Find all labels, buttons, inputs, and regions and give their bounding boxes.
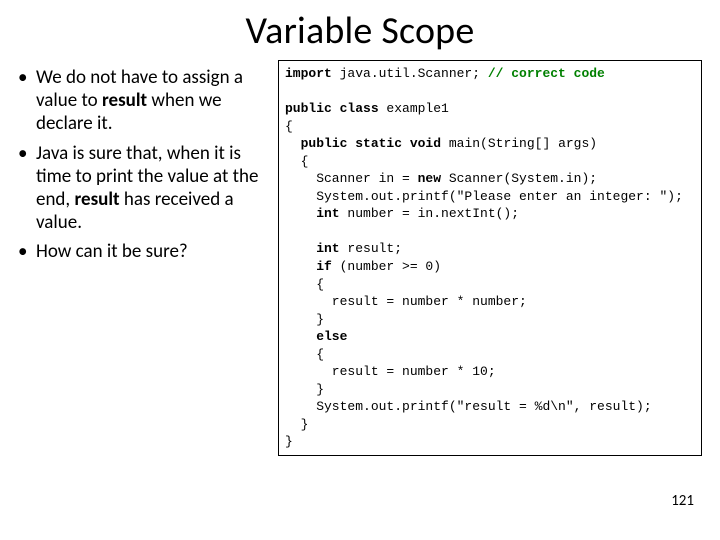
code-line: }	[285, 382, 324, 397]
right-column: import java.util.Scanner; // correct cod…	[278, 60, 702, 456]
code-text: example1	[379, 101, 449, 116]
code-kw: int	[285, 206, 340, 221]
code-line: {	[285, 154, 308, 169]
code-line: }	[285, 417, 308, 432]
code-line: }	[285, 312, 324, 327]
code-kw: else	[285, 329, 347, 344]
code-text	[285, 136, 301, 151]
bullet-1-bold: result	[102, 89, 147, 112]
code-kw: import	[285, 66, 332, 81]
bullet-list: We do not have to assign a value to resu…	[18, 66, 268, 263]
code-line: {	[285, 277, 324, 292]
code-text: result;	[340, 241, 402, 256]
code-comment: // correct code	[488, 66, 605, 81]
code-text: Scanner(System.in);	[441, 171, 597, 186]
left-column: We do not have to assign a value to resu…	[18, 60, 268, 456]
code-line: {	[285, 119, 293, 134]
code-text: (number >= 0)	[332, 259, 441, 274]
code-line: result = number * number;	[285, 294, 527, 309]
code-line: System.out.printf("Please enter an integ…	[285, 189, 683, 204]
slide-title: Variable Scope	[18, 8, 702, 54]
code-line: result = number * 10;	[285, 364, 496, 379]
slide: Variable Scope We do not have to assign …	[0, 0, 720, 540]
page-number: 121	[671, 492, 694, 510]
code-line: System.out.printf("result = %d\n", resul…	[285, 399, 652, 414]
code-kw: new	[418, 171, 441, 186]
code-text: java.util.Scanner;	[332, 66, 488, 81]
bullet-3: How can it be sure?	[18, 240, 268, 263]
content-columns: We do not have to assign a value to resu…	[18, 60, 702, 456]
bullet-2: Java is sure that, when it is time to pr…	[18, 142, 268, 235]
code-kw: public class	[285, 101, 379, 116]
code-text: Scanner in =	[285, 171, 418, 186]
code-text: number = in.nextInt();	[340, 206, 519, 221]
code-line: }	[285, 434, 293, 449]
code-line: {	[285, 347, 324, 362]
bullet-2-bold: result	[74, 188, 119, 211]
bullet-3-text: How can it be sure?	[36, 240, 188, 263]
code-kw: int	[285, 241, 340, 256]
code-text: main(String[] args)	[441, 136, 597, 151]
code-box: import java.util.Scanner; // correct cod…	[278, 60, 702, 456]
code-kw: public static void	[301, 136, 441, 151]
code-kw: if	[285, 259, 332, 274]
bullet-1: We do not have to assign a value to resu…	[18, 66, 268, 136]
